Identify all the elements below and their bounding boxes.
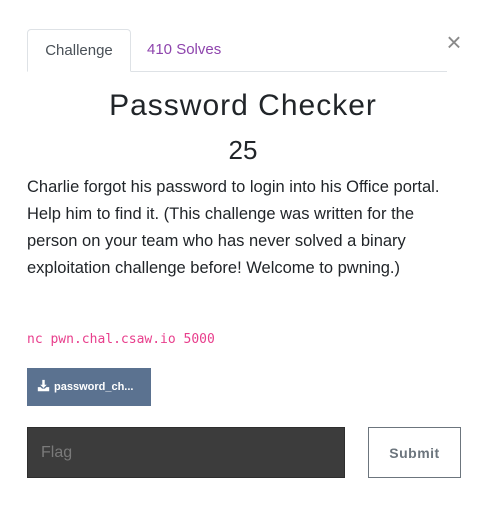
flag-input[interactable] bbox=[27, 427, 345, 478]
connection-info: nc pwn.chal.csaw.io 5000 bbox=[27, 332, 215, 347]
challenge-tabs: Challenge 410 Solves bbox=[27, 29, 447, 72]
challenge-title: Password Checker bbox=[109, 89, 377, 122]
tab-challenge[interactable]: Challenge bbox=[27, 29, 131, 72]
challenge-description: Charlie forgot his password to login int… bbox=[27, 178, 440, 277]
challenge-value: 25 bbox=[228, 135, 258, 165]
challenge-modal: × Challenge 410 Solves Password Checker … bbox=[0, 0, 493, 512]
tab-solves[interactable]: 410 Solves bbox=[147, 29, 221, 71]
file-download-label: password_ch... bbox=[54, 381, 134, 394]
submit-button[interactable]: Submit bbox=[368, 427, 461, 478]
download-icon bbox=[37, 379, 50, 391]
file-download-button[interactable]: password_ch... bbox=[27, 368, 151, 406]
close-icon[interactable]: × bbox=[444, 29, 464, 55]
